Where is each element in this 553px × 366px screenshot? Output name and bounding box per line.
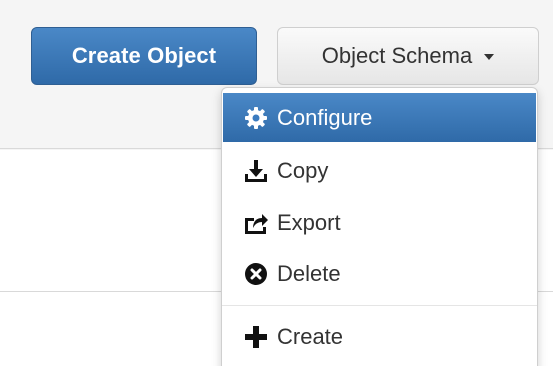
- menu-item-label: Export: [277, 209, 341, 235]
- object-schema-dropdown-menu: Configure Copy Export Delete Create: [221, 87, 538, 366]
- menu-item-create[interactable]: Create: [223, 312, 536, 361]
- menu-item-delete[interactable]: Delete: [223, 249, 536, 298]
- menu-item-configure[interactable]: Configure: [223, 93, 536, 142]
- export-icon: [241, 208, 271, 238]
- gear-icon: [241, 103, 271, 133]
- menu-item-label: Configure: [277, 104, 373, 130]
- menu-item-copy[interactable]: Copy: [223, 146, 536, 195]
- download-icon: [241, 156, 271, 186]
- plus-icon: [241, 322, 271, 352]
- menu-divider: [222, 305, 537, 306]
- menu-item-label: Copy: [277, 157, 329, 183]
- menu-item-export[interactable]: Export: [223, 198, 536, 247]
- remove-circle-icon: [241, 259, 271, 289]
- menu-item-label: Create: [277, 323, 344, 349]
- caret-down-icon: [484, 54, 495, 60]
- page: Create Object Object Schema Configure Co…: [0, 0, 553, 366]
- object-schema-dropdown-button[interactable]: Object Schema: [277, 27, 539, 85]
- object-schema-label: Object Schema: [321, 43, 473, 68]
- menu-item-label: Delete: [277, 260, 341, 286]
- create-object-button[interactable]: Create Object: [31, 27, 257, 85]
